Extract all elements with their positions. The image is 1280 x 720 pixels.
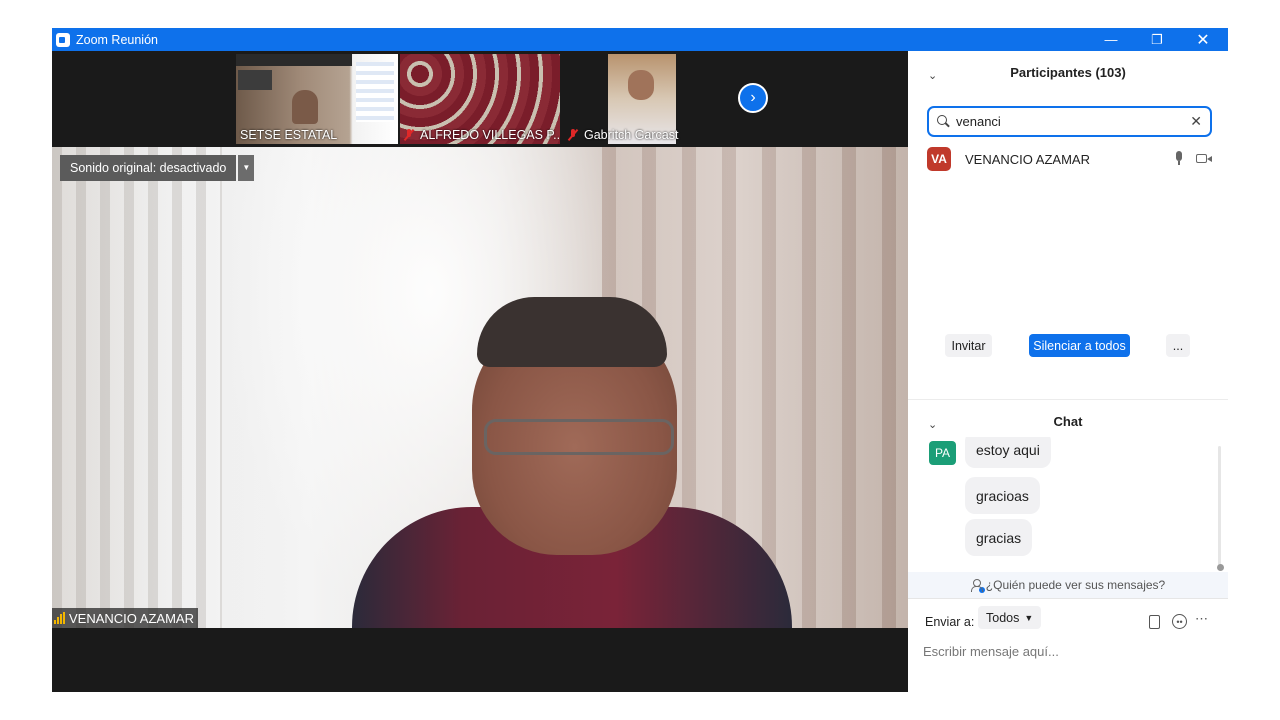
message-visibility-info[interactable]: ¿Quién puede ver sus mensajes? — [908, 572, 1228, 598]
chevron-down-icon: ▼ — [1024, 612, 1034, 623]
divider — [908, 598, 1228, 599]
chat-message: gracioas — [965, 477, 1040, 514]
muted-mic-icon — [404, 129, 414, 141]
main-video: Sonido original: desactivado ▼ VENANCIO … — [52, 147, 908, 628]
chat-scrollbar[interactable] — [1218, 446, 1221, 566]
recipient-value: Todos — [986, 610, 1020, 625]
more-icon[interactable]: ⋯ — [1195, 611, 1208, 627]
thumbnail-name: Gabritch Garcast — [568, 128, 678, 142]
restore-icon[interactable]: ❐ — [1134, 28, 1180, 51]
thumbnail-gabritch-garcast[interactable]: Gabritch Garcast — [564, 54, 724, 144]
avatar: VA — [927, 147, 951, 171]
person-icon — [970, 578, 985, 593]
visibility-text: ¿Quién puede ver sus mensajes? — [985, 578, 1166, 592]
signal-bars-icon — [54, 612, 65, 624]
speaker-name-tag: VENANCIO AZAMAR — [52, 608, 198, 628]
chat-title: Chat — [1053, 414, 1083, 429]
window-title: Zoom Reunión — [76, 32, 158, 47]
search-input[interactable] — [956, 114, 1176, 129]
chat-message-input[interactable] — [923, 641, 1213, 661]
participant-row[interactable]: VA VENANCIO AZAMAR — [927, 147, 1212, 171]
file-icon[interactable] — [1149, 615, 1160, 629]
speaker-glasses — [484, 419, 674, 455]
camera-icon[interactable] — [1196, 154, 1212, 163]
mute-all-button[interactable]: Silenciar a todos — [1029, 334, 1130, 357]
chevron-down-icon[interactable]: ▼ — [238, 155, 255, 181]
thumbnail-strip: SETSE ESTATAL ALFREDO VILLEGAS P... Gabr… — [52, 51, 908, 147]
original-sound-toggle[interactable]: Sonido original: desactivado ▼ — [60, 155, 255, 181]
participant-search[interactable]: ✕ — [927, 106, 1212, 137]
divider — [908, 399, 1228, 400]
chat-message: gracias — [965, 519, 1033, 556]
title-bar: Zoom Reunión — ❐ ✕ — [52, 28, 1228, 51]
more-button[interactable]: ... — [1166, 334, 1190, 357]
thumbnail-name: SETSE ESTATAL — [240, 128, 338, 142]
invite-button[interactable]: Invitar — [945, 334, 992, 357]
avatar: PA — [929, 441, 956, 465]
original-sound-label: Sonido original: desactivado — [60, 155, 237, 181]
chat-messages: PA estoy aqui gracioas gracias — [908, 437, 1228, 572]
search-icon — [937, 115, 950, 128]
participants-title: Participantes (103) — [1010, 65, 1126, 80]
minimize-icon[interactable]: — — [1088, 28, 1134, 51]
zoom-logo-icon — [56, 32, 70, 47]
thumbnail-name: ALFREDO VILLEGAS P... — [404, 128, 560, 142]
speaker-hair — [477, 297, 667, 367]
send-to-label: Enviar a: — [925, 615, 975, 629]
emoji-icon[interactable]: •• — [1172, 614, 1187, 629]
side-panel: ⌄ Participantes (103) ✕ VA VENANCIO AZAM… — [908, 51, 1228, 692]
zoom-window: Zoom Reunión — ❐ ✕ SETSE ESTATAL ALFREDO… — [52, 28, 1228, 692]
scroll-thumb[interactable] — [1217, 564, 1224, 571]
muted-mic-icon — [568, 129, 578, 141]
next-page-icon[interactable]: › — [738, 83, 768, 113]
speaker-name: VENANCIO AZAMAR — [69, 610, 194, 626]
mic-icon[interactable] — [1175, 151, 1183, 165]
thumbnail-alfredo-villegas[interactable]: ALFREDO VILLEGAS P... — [400, 54, 560, 144]
thumbnail-setse-estatal[interactable]: SETSE ESTATAL — [236, 54, 398, 144]
clear-icon[interactable]: ✕ — [1190, 113, 1202, 130]
chat-message: estoy aqui — [965, 437, 1051, 468]
close-icon[interactable]: ✕ — [1180, 28, 1226, 51]
recipient-dropdown[interactable]: Todos ▼ — [978, 606, 1042, 629]
participant-name: VENANCIO AZAMAR — [965, 151, 1090, 167]
video-area: SETSE ESTATAL ALFREDO VILLEGAS P... Gabr… — [52, 51, 908, 692]
